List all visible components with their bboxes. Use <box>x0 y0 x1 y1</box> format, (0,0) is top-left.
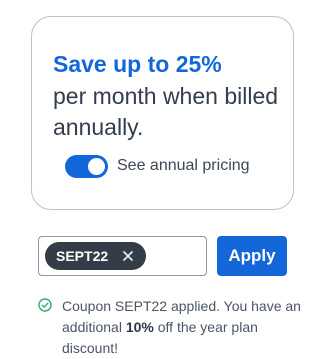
apply-button[interactable]: Apply <box>217 236 287 276</box>
annual-pricing-toggle[interactable] <box>65 154 108 178</box>
coupon-input[interactable]: SEPT22 <box>38 236 207 276</box>
annual-pricing-card: Save up to 25% per month when billed ann… <box>31 16 294 210</box>
coupon-status-text: Coupon SEPT22 applied. You have an addit… <box>62 296 312 359</box>
toggle-knob <box>88 157 105 175</box>
savings-headline: Save up to 25% <box>53 51 222 77</box>
coupon-chip: SEPT22 <box>45 242 147 270</box>
annual-pricing-toggle-row[interactable]: See annual pricing <box>65 154 250 178</box>
status-discount: 10% <box>125 319 154 335</box>
close-icon[interactable] <box>121 249 135 263</box>
annual-pricing-label: See annual pricing <box>117 157 250 174</box>
coupon-code: SEPT22 <box>56 248 109 264</box>
savings-subtext: per month when billed annually. <box>53 83 279 140</box>
check-circle-icon <box>38 298 52 312</box>
